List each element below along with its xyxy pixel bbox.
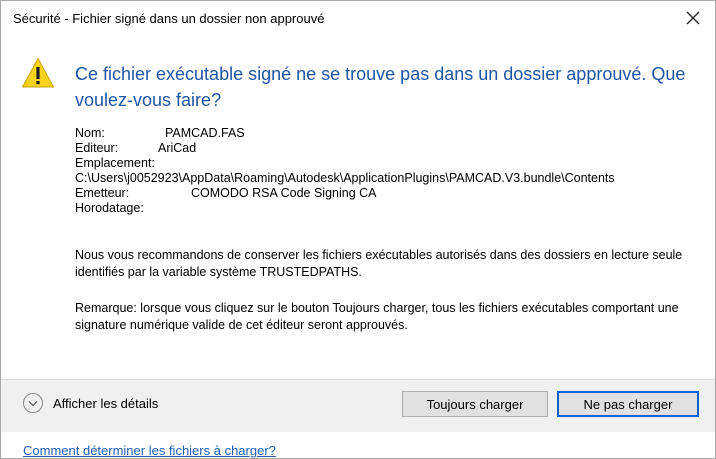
security-dialog: Sécurité - Fichier signé dans un dossier… bbox=[0, 0, 716, 459]
show-details-label: Afficher les détails bbox=[53, 395, 159, 411]
timestamp-label: Horodatage: bbox=[75, 201, 144, 215]
title-bar: Sécurité - Fichier signé dans un dossier… bbox=[1, 1, 715, 35]
location-value: C:\Users\j0052923\AppData\Roaming\Autode… bbox=[75, 171, 615, 185]
message-heading: Ce fichier exécutable signé ne se trouve… bbox=[75, 64, 686, 110]
close-button[interactable] bbox=[679, 5, 707, 31]
recommendation-text: Nous vous recommandons de conserver les … bbox=[75, 248, 683, 279]
remark-text: Remarque: lorsque vous cliquez sur le bo… bbox=[75, 301, 679, 332]
chevron-down-circle bbox=[23, 393, 43, 413]
show-details-toggle[interactable]: Afficher les détails bbox=[23, 393, 158, 413]
issuer-label: Emetteur: bbox=[75, 186, 130, 200]
issuer-value: COMODO RSA Code Signing CA bbox=[191, 186, 377, 200]
dialog-footer: Afficher les détails Toujours charger Ne… bbox=[1, 379, 715, 432]
name-label: Nom: bbox=[75, 126, 105, 140]
name-value: PAMCAD.FAS bbox=[165, 126, 245, 140]
editor-label: Editeur: bbox=[75, 141, 119, 155]
dont-load-button[interactable]: Ne pas charger bbox=[557, 391, 699, 417]
close-icon bbox=[686, 11, 700, 25]
always-load-button[interactable]: Toujours charger bbox=[402, 391, 548, 417]
help-link[interactable]: Comment déterminer les fichiers à charge… bbox=[23, 443, 276, 458]
chevron-down-icon bbox=[28, 400, 38, 406]
window-title: Sécurité - Fichier signé dans un dossier… bbox=[13, 11, 325, 26]
editor-value: AriCad bbox=[158, 141, 197, 155]
location-label: Emplacement: bbox=[75, 156, 155, 170]
warning-icon bbox=[22, 58, 54, 88]
